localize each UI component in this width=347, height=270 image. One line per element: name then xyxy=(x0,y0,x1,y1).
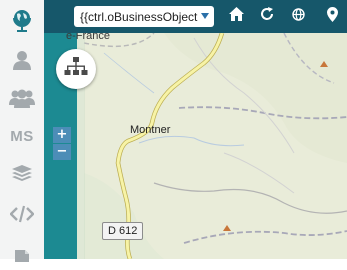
code-icon xyxy=(10,205,34,223)
home-icon xyxy=(229,7,244,26)
map-label-town: Montner xyxy=(130,124,171,136)
zoom-out-button[interactable]: − xyxy=(53,144,71,160)
sidebar-item-code[interactable] xyxy=(0,196,44,232)
map-label-region: e-France xyxy=(66,33,111,42)
org-chart-button[interactable] xyxy=(56,49,96,89)
home-button[interactable] xyxy=(228,7,245,26)
globe-icon xyxy=(11,8,33,32)
road-shield: D 612 xyxy=(102,222,144,240)
map-view[interactable]: e-France Montner D 612 + − xyxy=(44,33,347,259)
refresh-icon xyxy=(260,7,274,26)
users-icon xyxy=(9,88,35,108)
business-object-select[interactable]: {{ctrl.oBusinessObject xyxy=(74,6,214,27)
select-value: {{ctrl.oBusinessObject xyxy=(80,9,198,24)
sidebar-item-layers[interactable] xyxy=(0,156,44,192)
refresh-button[interactable] xyxy=(258,7,275,26)
sidebar-item-document[interactable] xyxy=(0,234,44,270)
ms-label: MS xyxy=(10,127,34,145)
location-pin-icon xyxy=(327,6,338,27)
sidebar-item-ms[interactable]: MS xyxy=(0,118,44,154)
layers-icon xyxy=(11,164,33,184)
zoom-control: + − xyxy=(53,127,71,161)
location-button[interactable] xyxy=(324,6,341,27)
sidebar-item-user[interactable] xyxy=(0,42,44,78)
sidebar-item-users[interactable] xyxy=(0,80,44,116)
chevron-down-icon xyxy=(201,13,209,19)
globe-button[interactable] xyxy=(290,7,307,26)
sitemap-icon xyxy=(64,56,88,82)
zoom-in-button[interactable]: + xyxy=(53,127,71,143)
sidebar: MS xyxy=(0,0,45,262)
sidebar-item-globe[interactable] xyxy=(0,2,44,38)
document-icon xyxy=(12,242,32,262)
top-toolbar: {{ctrl.oBusinessObject xyxy=(44,0,347,33)
user-icon xyxy=(12,50,32,70)
globe-icon xyxy=(292,7,305,26)
